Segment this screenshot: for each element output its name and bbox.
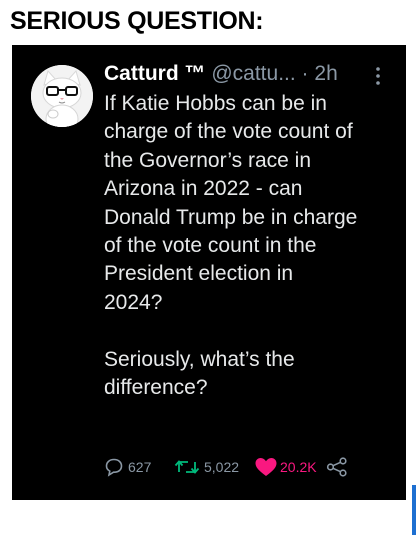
tweet-header: Catturd ™ @cattu... · 2h: [104, 62, 404, 90]
avatar[interactable]: [31, 65, 93, 127]
retweet-count: 5,022: [204, 459, 240, 475]
tweet-text-line: Donald Trump be in charge: [104, 205, 358, 229]
heart-icon: [255, 458, 277, 476]
tweet-text-line: the Governor’s race in: [104, 148, 311, 172]
retweet-icon: [174, 460, 200, 474]
reply-count: 627: [128, 459, 152, 475]
tweet-text-line: 2024?: [104, 290, 163, 314]
user-handle[interactable]: @cattu...: [211, 62, 295, 85]
tweet-text: If Katie Hobbs can be in charge of the v…: [104, 90, 394, 402]
vertical-dots-icon[interactable]: [374, 65, 382, 87]
display-name[interactable]: Catturd ™: [104, 62, 206, 85]
reply-bubble-icon: [105, 458, 123, 477]
tweet-text-line: difference?: [104, 376, 208, 400]
separator-dot: ·: [301, 62, 309, 85]
like-count: 20.2K: [280, 459, 317, 475]
tweet-card[interactable]: Catturd ™ @cattu... · 2h If Katie Hobbs …: [12, 45, 416, 535]
tweet-time[interactable]: 2h: [314, 62, 337, 85]
share-icon: [326, 457, 347, 477]
tweet-text-line: President election in: [104, 262, 294, 286]
tweet-actions: 627 5,022 20.2K: [104, 455, 394, 479]
tweet-text-line: charge of the vote count of: [104, 120, 353, 144]
tweet-text-line: Seriously, what’s the: [104, 347, 295, 371]
tweet-text-line: of the vote count in the: [104, 234, 317, 258]
scrollbar[interactable]: [412, 485, 416, 535]
tweet-text-line: If Katie Hobbs can be in: [104, 92, 327, 115]
meme-header: SERIOUS QUESTION:: [0, 0, 418, 42]
meme-title: SERIOUS QUESTION:: [10, 7, 264, 35]
tweet-text-line: Arizona in 2022 - can: [104, 177, 303, 201]
cat-with-glasses-avatar-icon: [31, 65, 93, 127]
